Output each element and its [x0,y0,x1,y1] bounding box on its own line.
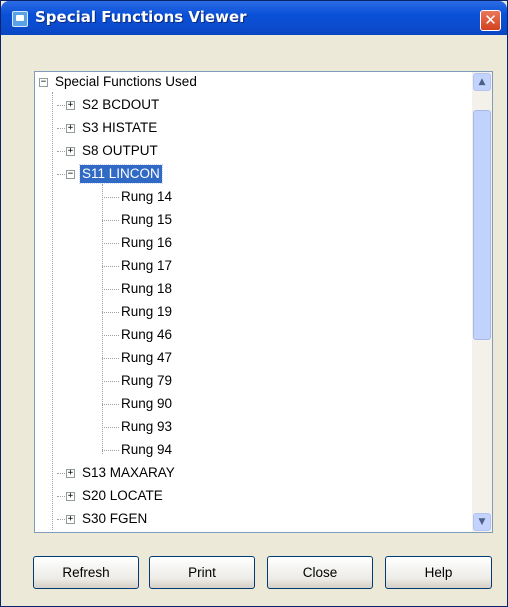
app-icon [12,11,28,27]
tree-line [102,184,103,454]
expand-icon[interactable]: + [66,514,75,524]
tree-leaf[interactable]: Rung 18 [119,279,174,299]
tree-node-selected[interactable]: − S11 LINCON [66,164,163,184]
tree-leaf[interactable]: Rung 93 [119,417,174,437]
expand-icon[interactable]: + [66,100,75,110]
rung-label: Rung 14 [121,189,173,204]
close-icon: ✕ [484,11,497,29]
collapse-icon[interactable]: − [39,77,48,87]
tree-leaf[interactable]: Rung 14 [119,187,174,207]
tree-leaf[interactable]: Rung 47 [119,348,174,368]
title-bar[interactable]: Special Functions Viewer ✕ [1,1,507,35]
tree-node-label: S11 LINCON [79,164,163,184]
vertical-scrollbar[interactable]: ▲ ▼ [472,72,492,532]
tree-node[interactable]: + S30 FGEN [66,509,149,529]
tree-node[interactable]: + S20 LOCATE [66,486,165,506]
tree-node-label: S20 LOCATE [82,488,163,503]
collapse-icon[interactable]: − [66,169,75,179]
tree-node-label: S2 BCDOUT [82,97,160,112]
expand-icon[interactable]: + [66,146,75,156]
tree-leaf[interactable]: Rung 94 [119,440,174,460]
rung-label: Rung 46 [121,327,173,342]
tree-line [102,427,119,428]
close-window-button[interactable]: ✕ [480,10,501,31]
chevron-up-icon: ▲ [478,77,486,87]
rung-label: Rung 93 [121,419,173,434]
scroll-up-button[interactable]: ▲ [473,73,491,91]
tree-line [102,289,119,290]
rung-label: Rung 94 [121,442,173,457]
tree-root[interactable]: − Special Functions Used [39,72,199,92]
tree-line [52,92,53,530]
tree-node[interactable]: + S8 OUTPUT [66,141,160,161]
tree-line [102,381,119,382]
expand-icon[interactable]: + [66,123,75,133]
window-title: Special Functions Viewer [35,8,247,26]
tree-line [102,450,119,451]
rung-label: Rung 16 [121,235,173,250]
tree-node[interactable]: + S13 MAXARAY [66,463,177,483]
tree-leaf[interactable]: Rung 15 [119,210,174,230]
tree-line [102,220,119,221]
rung-label: Rung 47 [121,350,173,365]
tree-leaf[interactable]: Rung 46 [119,325,174,345]
rung-label: Rung 79 [121,373,173,388]
close-button[interactable]: Close [267,556,373,589]
scroll-down-button[interactable]: ▼ [473,513,491,531]
tree-view: − Special Functions Used + S2 BCDOUT + S… [34,71,493,533]
tree-node[interactable]: + S2 BCDOUT [66,95,161,115]
tree-line [102,243,119,244]
tree-content: − Special Functions Used + S2 BCDOUT + S… [35,72,472,532]
tree-leaf[interactable]: Rung 17 [119,256,174,276]
help-button[interactable]: Help [385,556,492,589]
tree-line [102,266,119,267]
tree-leaf[interactable]: Rung 90 [119,394,174,414]
expand-icon[interactable]: + [66,468,75,478]
tree-leaf[interactable]: Rung 16 [119,233,174,253]
scroll-thumb[interactable] [473,110,491,340]
tree-node-label: S3 HISTATE [82,120,158,135]
tree-line [102,404,119,405]
tree-leaf[interactable]: Rung 19 [119,302,174,322]
tree-node-label: S8 OUTPUT [82,143,158,158]
rung-label: Rung 17 [121,258,173,273]
rung-label: Rung 90 [121,396,173,411]
special-functions-window: Special Functions Viewer ✕ − Special Fun… [0,0,508,607]
tree-line [102,358,119,359]
tree-root-label: Special Functions Used [55,74,197,89]
chevron-down-icon: ▼ [478,517,486,527]
expand-icon[interactable]: + [66,491,75,501]
tree-node[interactable]: + S3 HISTATE [66,118,159,138]
rung-label: Rung 18 [121,281,173,296]
tree-line [102,312,119,313]
refresh-button[interactable]: Refresh [33,556,139,589]
rung-label: Rung 15 [121,212,173,227]
print-button[interactable]: Print [149,556,255,589]
tree-node-label: S30 FGEN [82,511,148,526]
rung-label: Rung 19 [121,304,173,319]
tree-node-label: S13 MAXARAY [82,465,175,480]
tree-leaf[interactable]: Rung 79 [119,371,174,391]
tree-line [102,335,119,336]
tree-line [102,197,119,198]
